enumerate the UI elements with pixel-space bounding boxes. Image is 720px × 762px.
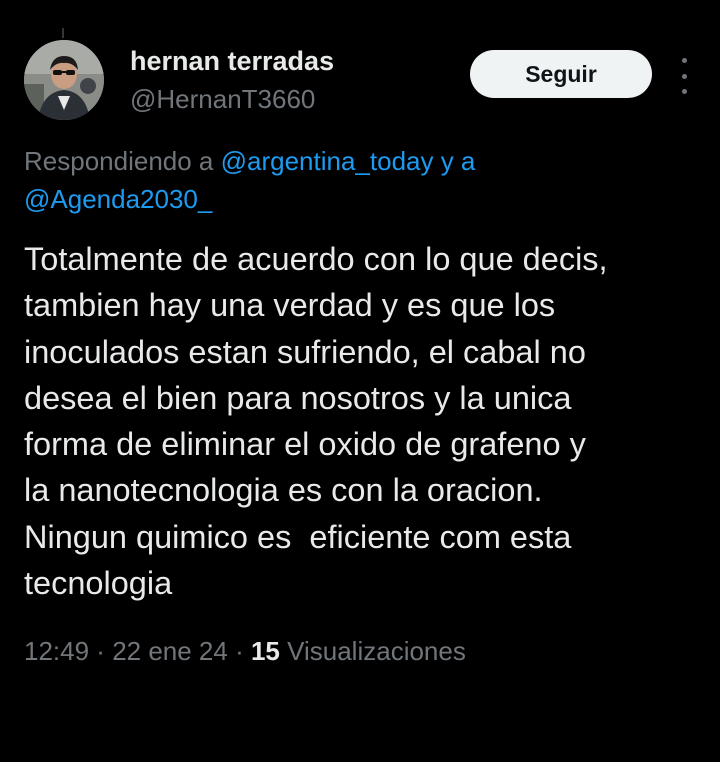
more-dot bbox=[681, 58, 687, 63]
author-handle[interactable]: @HernanT3660 bbox=[130, 84, 315, 115]
mention-link[interactable]: @Agenda2030_ bbox=[24, 184, 212, 214]
replying-to-label: Respondiendo a bbox=[24, 146, 221, 176]
avatar[interactable] bbox=[24, 40, 104, 120]
views-count: 15 bbox=[250, 636, 280, 666]
tweet-meta: 12:49 · 22 ene 24 · 15 Visualizaciones bbox=[24, 636, 466, 667]
views-label: Visualizaciones bbox=[279, 636, 466, 666]
more-dot bbox=[681, 89, 687, 94]
mention-link[interactable]: @argentina_today bbox=[221, 146, 434, 176]
tweet-line: forma de eliminar el oxido de grafeno y bbox=[24, 426, 586, 463]
meta-separator: · bbox=[89, 636, 113, 666]
tweet-line: desea el bien para nosotros y la unica bbox=[24, 379, 572, 416]
replying-to: Respondiendo a @argentina_today y a @Age… bbox=[24, 142, 694, 218]
tweet-line: inoculados estan sufriendo, el cabal no bbox=[24, 333, 586, 370]
author-name[interactable]: hernan terradas bbox=[130, 46, 334, 77]
tweet-date[interactable]: 22 ene 24 bbox=[112, 636, 228, 666]
replying-to-joiner: y a bbox=[433, 146, 476, 176]
tweet-line: Totalmente de acuerdo con lo que decis, bbox=[24, 241, 608, 277]
tweet-time[interactable]: 12:49 bbox=[24, 636, 89, 666]
thread-connector-line bbox=[62, 28, 64, 38]
avatar-photo bbox=[24, 40, 104, 120]
tweet-line: Ningun quimico es eficiente com esta bbox=[24, 518, 572, 555]
tweet-line: la nanotecnologia es con la oracion. bbox=[24, 472, 543, 509]
more-dot bbox=[681, 73, 687, 79]
follow-button[interactable]: Seguir bbox=[470, 50, 652, 98]
tweet-line: tecnologia bbox=[24, 565, 173, 602]
tweet-line: tambien hay una verdad y es que los bbox=[24, 287, 556, 324]
more-options-icon[interactable] bbox=[672, 58, 696, 94]
meta-separator: · bbox=[227, 636, 251, 666]
tweet-header: hernan terradas @HernanT3660 Seguir bbox=[24, 40, 696, 124]
tweet-text: Totalmente de acuerdo con lo que decis, t… bbox=[24, 236, 704, 606]
